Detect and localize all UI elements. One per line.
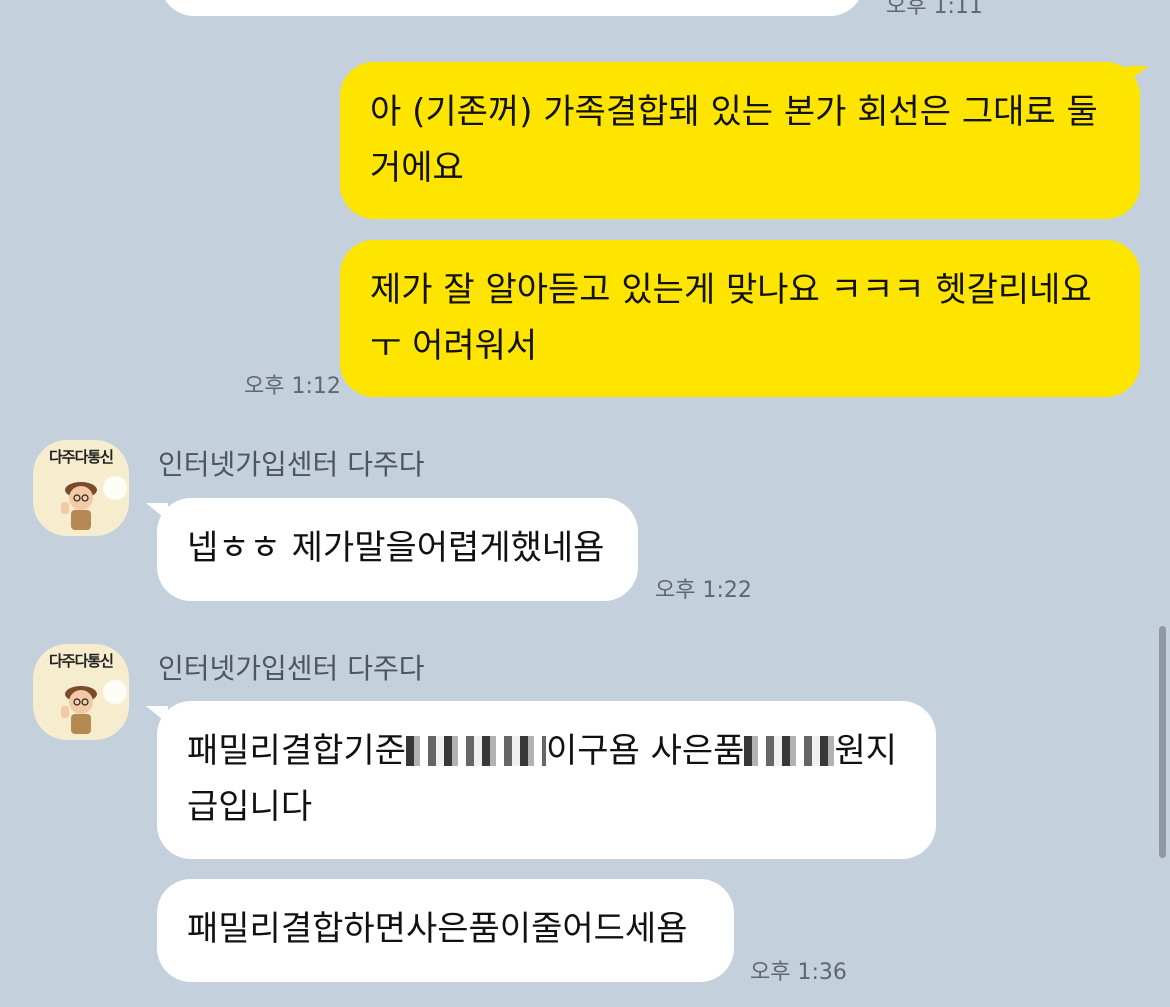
message-text: 원지 (834, 731, 898, 771)
my-message-bubble[interactable]: 아 (기존꺼) 가족결합돼 있는 본가 회선은 그대로 둘 거에요 (340, 62, 1140, 219)
their-message-bubble[interactable]: 넵ㅎㅎ 제가말을어렵게했네욤 (157, 498, 638, 601)
message-text: 패밀리결합하면사은품이줄어드세욤 (187, 909, 688, 949)
message-text: 급입니다 (187, 787, 313, 827)
redacted-text (405, 736, 546, 766)
message-time: 오후 1:36 (750, 960, 847, 985)
redacted-text (744, 736, 835, 766)
my-message-bubble[interactable]: 제가 잘 알아듣고 있는게 맞나요 ㅋㅋㅋ 헷갈리네요 ㅜ 어려워서 (340, 240, 1140, 397)
message-time: 오후 1:12 (244, 374, 341, 399)
avatar-label: 다주다통신 (48, 448, 114, 466)
scrollbar[interactable] (1159, 626, 1166, 858)
message-time: 오후 1:22 (655, 578, 752, 603)
message-text: 아 (기존꺼) 가족결합돼 있는 본가 회선은 그대로 둘 거에요 (370, 92, 1098, 188)
chat-area[interactable]: 오후 1:11 아 (기존꺼) 가족결합돼 있는 본가 회선은 그대로 둘 거에… (0, 0, 1170, 1007)
message-text: 제가 잘 알아듣고 있는게 맞나요 ㅋㅋㅋ 헷갈리네요 ㅜ 어려워서 (370, 270, 1092, 366)
message-text: 패밀리결합기준 (187, 731, 406, 771)
message-text: 넵ㅎㅎ 제가말을어렵게했네욤 (187, 528, 605, 568)
sender-name: 인터넷가입센터 다주다 (158, 652, 425, 685)
previous-message-bubble[interactable] (160, 0, 864, 16)
avatar-label: 다주다통신 (48, 652, 114, 670)
sender-name: 인터넷가입센터 다주다 (158, 448, 425, 481)
their-message-bubble[interactable]: 패밀리결합기준 이구욤 사은품 원지 급입니다 (157, 701, 936, 859)
sender-avatar[interactable]: 다주다통신 (33, 644, 129, 740)
message-text: 이구욤 사은품 (545, 731, 745, 771)
sender-avatar[interactable]: 다주다통신 (33, 440, 129, 536)
their-message-bubble[interactable]: 패밀리결합하면사은품이줄어드세욤 (157, 879, 734, 982)
bubble-tail (1126, 66, 1148, 84)
message-time: 오후 1:11 (886, 0, 983, 19)
